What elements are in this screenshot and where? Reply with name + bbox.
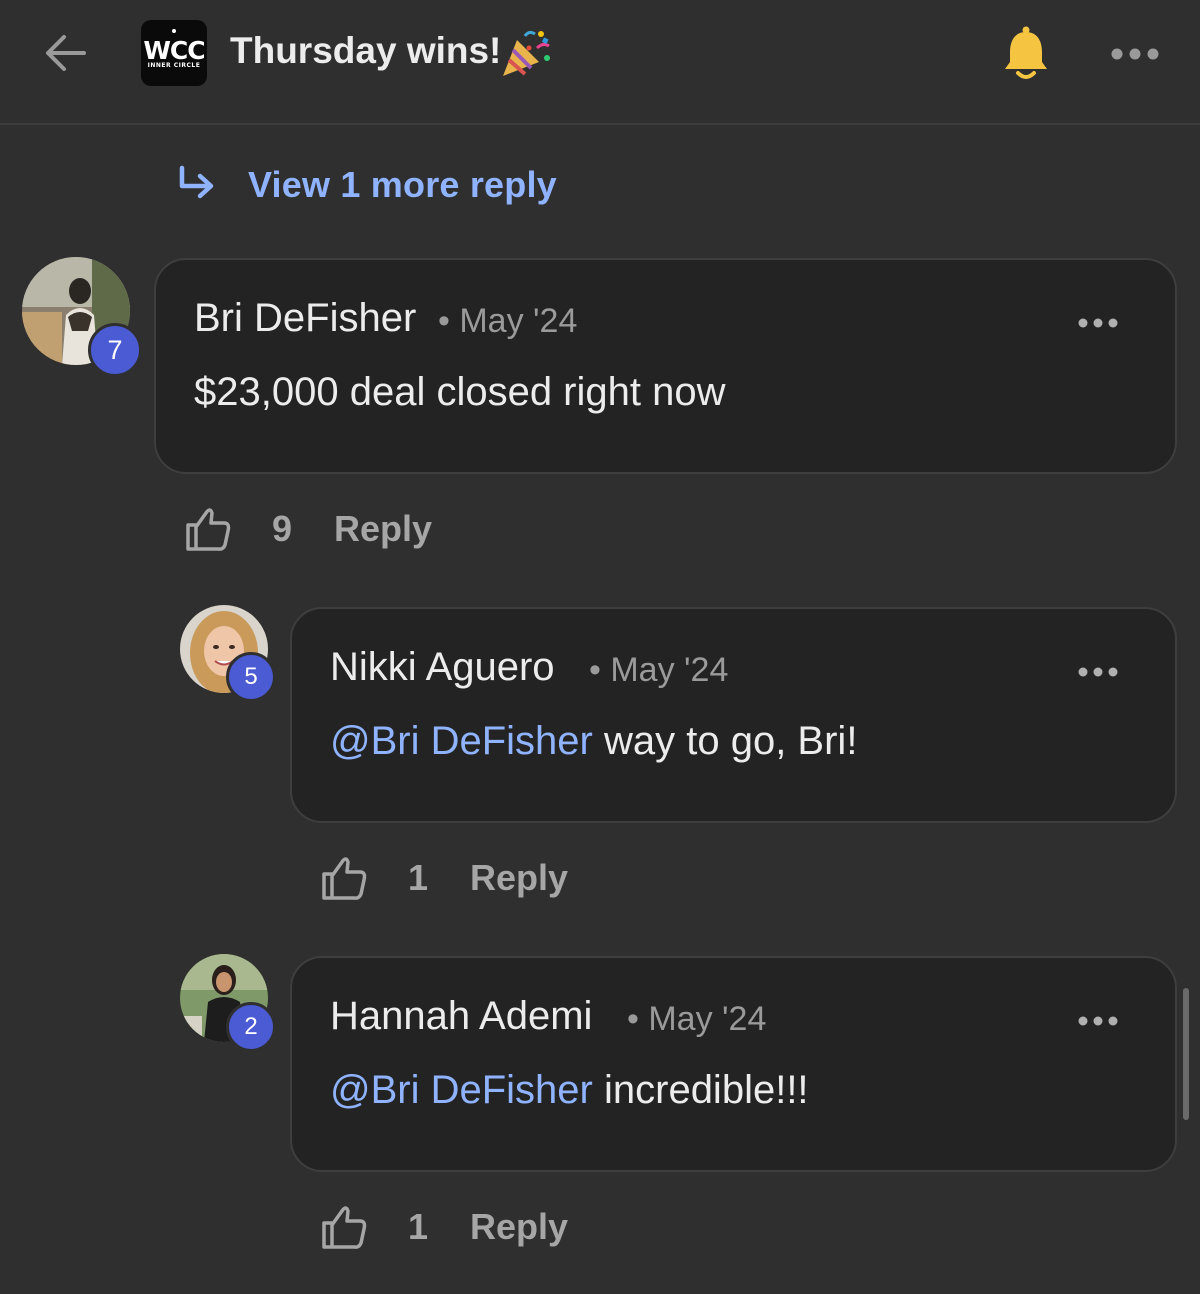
comment-date: • May '24: [438, 302, 577, 341]
logo-subtext: INNER CIRCLE: [147, 62, 201, 69]
logo-dot: [172, 29, 176, 33]
header-more-button[interactable]: [1108, 36, 1162, 72]
date-text: May '24: [610, 651, 729, 689]
like-count: 9: [272, 508, 293, 549]
meta-separator: •: [627, 1000, 639, 1038]
comment-text: @Bri DeFisher incredible!!!: [330, 1068, 809, 1113]
comment-author[interactable]: Hannah Ademi: [330, 994, 592, 1039]
date-text: May '24: [648, 1000, 767, 1038]
mention-link[interactable]: @Bri DeFisher: [330, 1068, 593, 1112]
mention-link[interactable]: @Bri DeFisher: [330, 719, 593, 763]
reply-arrow-icon: [179, 165, 214, 199]
level-badge: 2: [226, 1002, 276, 1052]
comment-date: • May '24: [627, 1000, 766, 1039]
thumbs-up-icon[interactable]: [184, 505, 232, 553]
comment-body-text: incredible!!!: [592, 1068, 809, 1112]
thread-screen: WCC INNER CIRCLE Thursday wins! View 1 m…: [0, 0, 1200, 1294]
scrollbar[interactable]: [1183, 988, 1189, 1120]
like-count: 1: [408, 1206, 429, 1247]
reply-button[interactable]: Reply: [334, 508, 432, 550]
thumbs-up-icon[interactable]: [320, 854, 368, 902]
comment-card: Bri DeFisher • May '24 $23,000 deal clos…: [154, 258, 1177, 474]
comment-card: Hannah Ademi • May '24 @Bri DeFisher inc…: [290, 956, 1177, 1172]
reply-button[interactable]: Reply: [470, 1206, 568, 1248]
party-popper-icon: [497, 26, 553, 80]
header-bar: WCC INNER CIRCLE Thursday wins!: [0, 0, 1200, 125]
comment-author[interactable]: Nikki Aguero: [330, 645, 555, 690]
comment-actions: 1 Reply: [320, 851, 568, 905]
notification-bell-button[interactable]: [1002, 24, 1050, 82]
meta-separator: •: [438, 302, 450, 340]
back-button[interactable]: [40, 28, 92, 78]
more-horizontal-icon[interactable]: [1077, 316, 1119, 330]
view-more-replies-link[interactable]: View 1 more reply: [176, 160, 557, 210]
logo-text: WCC: [143, 36, 205, 65]
meta-separator: •: [589, 651, 601, 689]
view-more-label: View 1 more reply: [248, 164, 557, 205]
bell-icon: [1005, 26, 1047, 79]
comment-date: • May '24: [589, 651, 728, 690]
comment-body-text: way to go, Bri!: [592, 719, 858, 763]
reply-button[interactable]: Reply: [470, 857, 568, 899]
comment-card: Nikki Aguero • May '24 @Bri DeFisher way…: [290, 607, 1177, 823]
page-title: Thursday wins!: [230, 30, 502, 71]
more-horizontal-icon[interactable]: [1077, 1014, 1119, 1028]
thumbs-up-icon[interactable]: [320, 1203, 368, 1251]
comment-actions: 9 Reply: [184, 502, 432, 556]
date-text: May '24: [459, 302, 578, 340]
group-logo[interactable]: WCC INNER CIRCLE: [141, 20, 207, 86]
level-badge: 7: [88, 323, 142, 377]
arrow-left-icon: [46, 35, 86, 71]
comment-text: $23,000 deal closed right now: [194, 370, 726, 414]
more-horizontal-icon: [1111, 48, 1159, 60]
like-count: 1: [408, 857, 429, 898]
comment-actions: 1 Reply: [320, 1200, 568, 1254]
comment-text: @Bri DeFisher way to go, Bri!: [330, 719, 857, 764]
level-badge: 5: [226, 652, 276, 702]
comment-author[interactable]: Bri DeFisher: [194, 296, 416, 341]
more-horizontal-icon[interactable]: [1077, 665, 1119, 679]
